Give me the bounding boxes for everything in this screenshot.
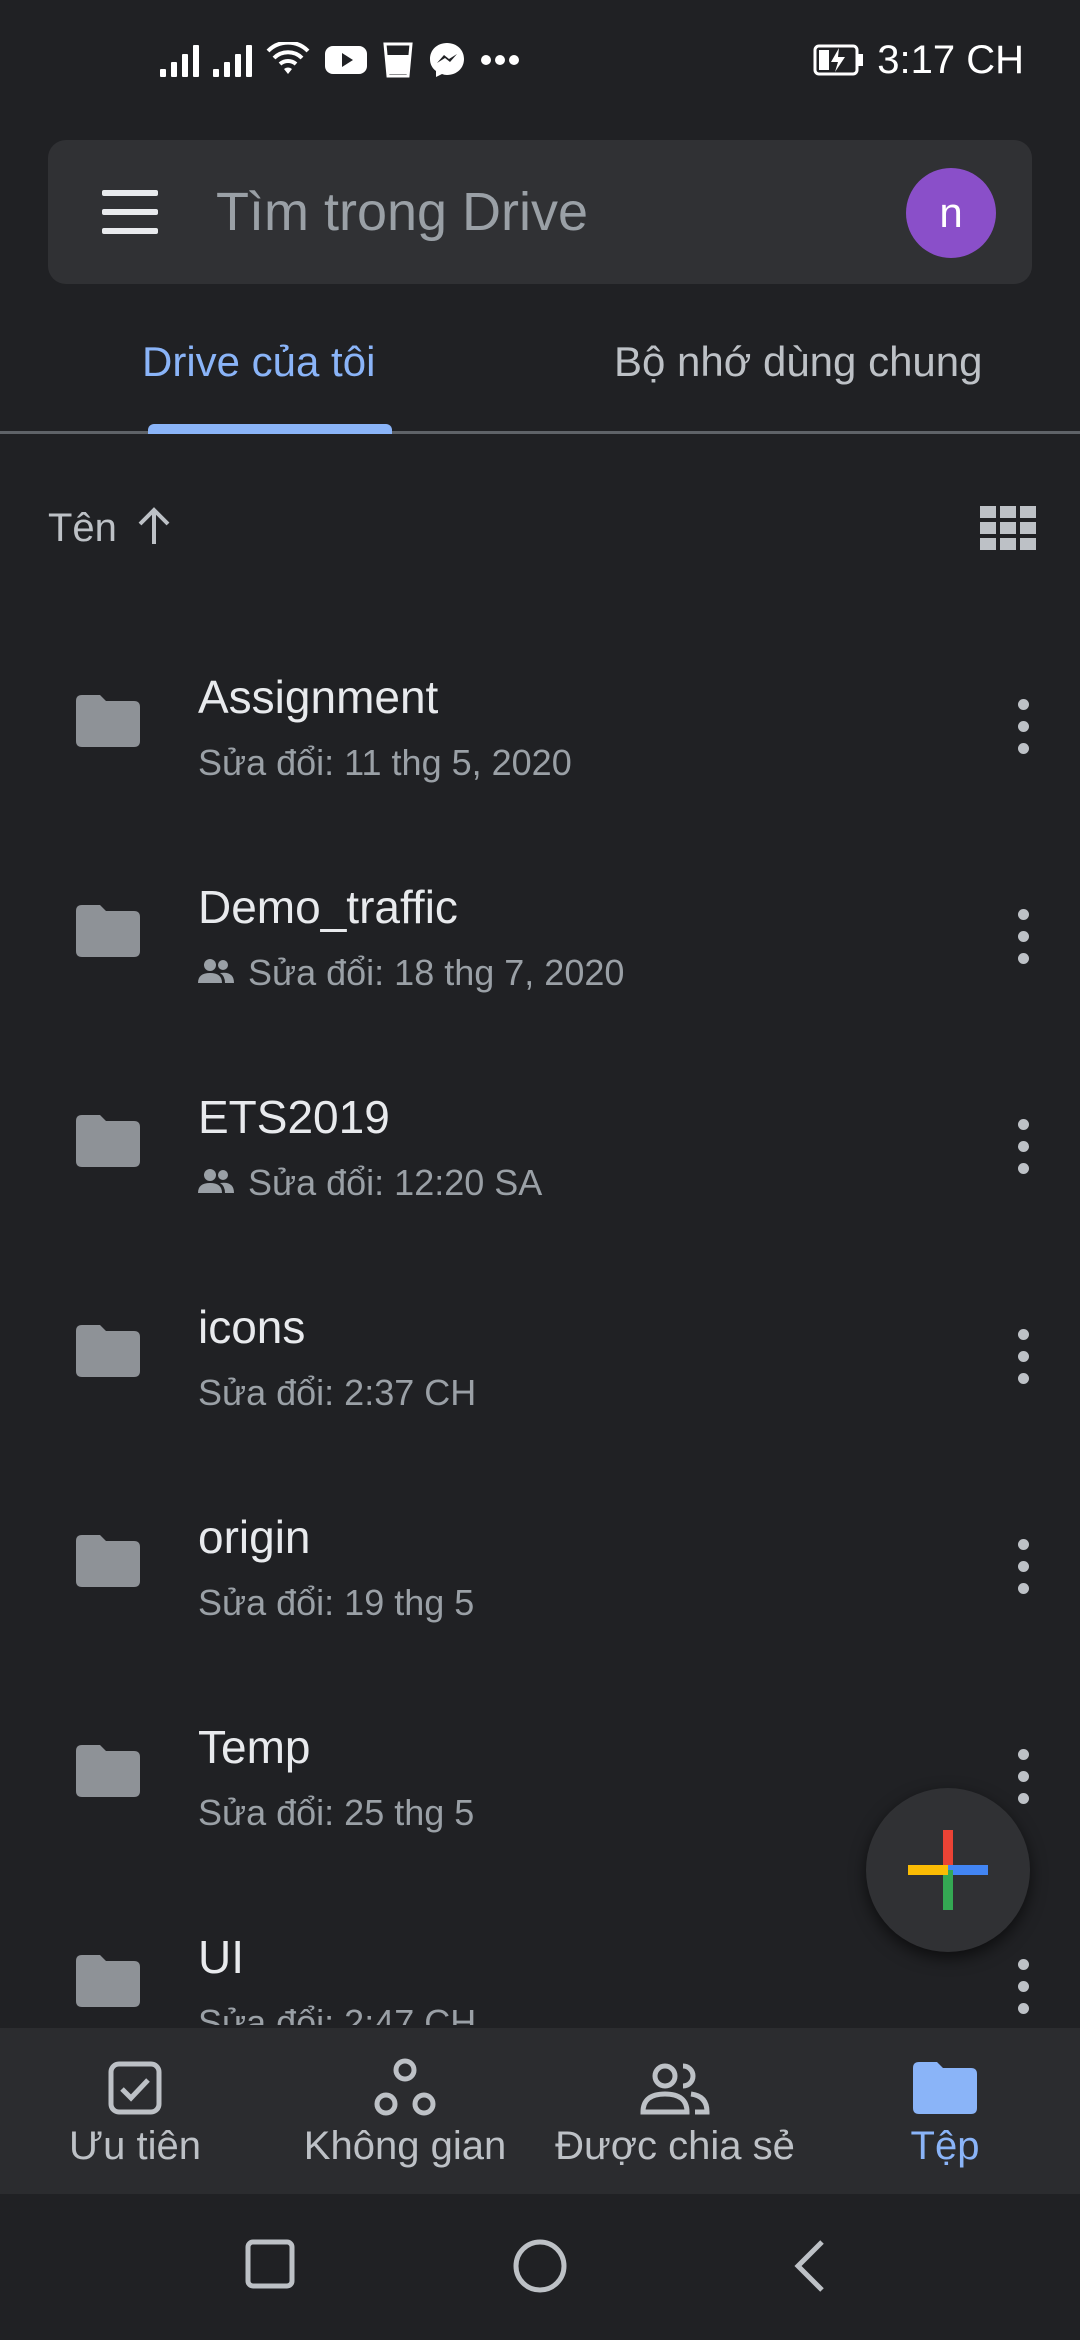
more-dots-icon <box>480 54 520 66</box>
priority-check-icon <box>107 2058 163 2118</box>
more-options-icon[interactable] <box>1008 1119 1040 1175</box>
file-name: Demo_traffic <box>198 881 458 933</box>
folder-icon <box>913 2058 977 2118</box>
arrow-up-icon[interactable] <box>134 504 174 553</box>
file-modified: Sửa đổi: 19 thg 5 <box>198 1582 475 1623</box>
list-item[interactable]: Assignment Sửa đổi: 11 thg 5, 2020 <box>0 625 1080 835</box>
sort-row: Tên <box>0 496 1080 566</box>
folder-icon <box>76 1115 140 1172</box>
search-input[interactable]: Tìm trong Drive <box>216 184 588 240</box>
drive-tabs: Drive của tôi Bộ nhớ dùng chung <box>0 300 1080 434</box>
file-modified: Sửa đổi: 2:47 CH <box>198 2002 477 2025</box>
signal-icon <box>160 43 199 77</box>
tab-my-drive[interactable]: Drive của tôi <box>142 336 375 388</box>
file-meta: Sửa đổi: 2:37 CH <box>198 1371 476 1415</box>
home-icon[interactable] <box>512 2238 568 2299</box>
file-meta: Sửa đổi: 25 thg 5 <box>198 1791 474 1835</box>
file-meta: Sửa đổi: 19 thg 5 <box>198 1581 474 1625</box>
back-icon[interactable] <box>790 2238 830 2299</box>
battery-charging-icon <box>813 44 865 76</box>
bottom-nav: Ưu tiên Không gian Được chia sẻ Tệp <box>0 2028 1080 2194</box>
sort-button[interactable]: Tên <box>48 506 117 551</box>
more-options-icon[interactable] <box>1008 909 1040 965</box>
file-modified: Sửa đổi: 12:20 SA <box>248 1162 543 1203</box>
nav-item-workspaces[interactable]: Không gian <box>285 2028 525 2194</box>
file-modified: Sửa đổi: 25 thg 5 <box>198 1792 475 1833</box>
status-time: 3:17 CH <box>877 37 1024 82</box>
list-item[interactable]: Demo_traffic Sửa đổi: 18 thg 7, 2020 <box>0 835 1080 1045</box>
search-bar[interactable]: Tìm trong Drive n <box>48 140 1032 284</box>
messenger-icon <box>428 41 466 79</box>
list-item[interactable]: icons Sửa đổi: 2:37 CH <box>0 1255 1080 1465</box>
status-icons-right: 3:17 CH <box>813 32 1024 88</box>
folder-icon <box>76 1325 140 1382</box>
nav-item-shared[interactable]: Được chia sẻ <box>540 2028 810 2194</box>
file-name: Temp <box>198 1721 311 1773</box>
file-modified: Sửa đổi: 18 thg 7, 2020 <box>248 952 625 993</box>
wifi-icon <box>266 42 310 78</box>
file-name: origin <box>198 1511 311 1563</box>
nav-label: Tệp <box>910 2124 980 2168</box>
signal-icon <box>213 43 252 77</box>
shared-people-icon <box>639 2058 711 2118</box>
file-meta: Sửa đổi: 18 thg 7, 2020 <box>198 951 624 995</box>
file-meta: Sửa đổi: 11 thg 5, 2020 <box>198 741 572 785</box>
folder-icon <box>76 1955 140 2012</box>
workspaces-icon <box>373 2058 437 2118</box>
folder-icon <box>76 1535 140 1592</box>
folder-icon <box>76 695 140 752</box>
file-meta: Sửa đổi: 12:20 SA <box>198 1161 542 1205</box>
file-name: Assignment <box>198 671 439 723</box>
list-item[interactable]: origin Sửa đổi: 19 thg 5 <box>0 1465 1080 1675</box>
system-nav-bar <box>0 2194 1080 2340</box>
avatar[interactable]: n <box>906 168 996 258</box>
file-modified: Sửa đổi: 2:37 CH <box>198 1372 477 1413</box>
nav-label: Không gian <box>303 2124 507 2168</box>
grid-view-icon[interactable] <box>980 504 1036 557</box>
nav-item-priority[interactable]: Ưu tiên <box>50 2028 220 2194</box>
nav-label: Được chia sẻ <box>555 2124 795 2168</box>
file-name: UI <box>198 1931 244 1983</box>
tab-shared-drives[interactable]: Bộ nhớ dùng chung <box>614 336 983 388</box>
file-modified: Sửa đổi: 11 thg 5, 2020 <box>198 742 572 783</box>
cup-icon <box>382 41 414 79</box>
shared-people-icon <box>198 951 234 995</box>
new-button[interactable] <box>866 1788 1030 1952</box>
more-options-icon[interactable] <box>1008 1539 1040 1595</box>
more-options-icon[interactable] <box>1008 1749 1040 1805</box>
list-item[interactable]: ETS2019 Sửa đổi: 12:20 SA <box>0 1045 1080 1255</box>
nav-label: Ưu tiên <box>68 2124 201 2168</box>
file-name: ETS2019 <box>198 1091 390 1143</box>
folder-icon <box>76 1745 140 1802</box>
shared-people-icon <box>198 1161 234 1205</box>
more-options-icon[interactable] <box>1008 1329 1040 1385</box>
menu-icon[interactable] <box>102 184 158 240</box>
file-meta: Sửa đổi: 2:47 CH <box>198 2001 476 2025</box>
file-name: icons <box>198 1301 306 1353</box>
status-bar: 3:17 CH <box>0 0 1080 120</box>
tab-indicator <box>148 424 392 434</box>
folder-icon <box>76 905 140 962</box>
more-options-icon[interactable] <box>1008 699 1040 755</box>
plus-icon <box>908 1830 988 1910</box>
recents-icon[interactable] <box>244 2238 296 2295</box>
status-icons-left <box>160 32 520 88</box>
nav-item-files[interactable]: Tệp <box>880 2028 1010 2194</box>
youtube-icon <box>324 44 368 76</box>
more-options-icon[interactable] <box>1008 1959 1040 2015</box>
